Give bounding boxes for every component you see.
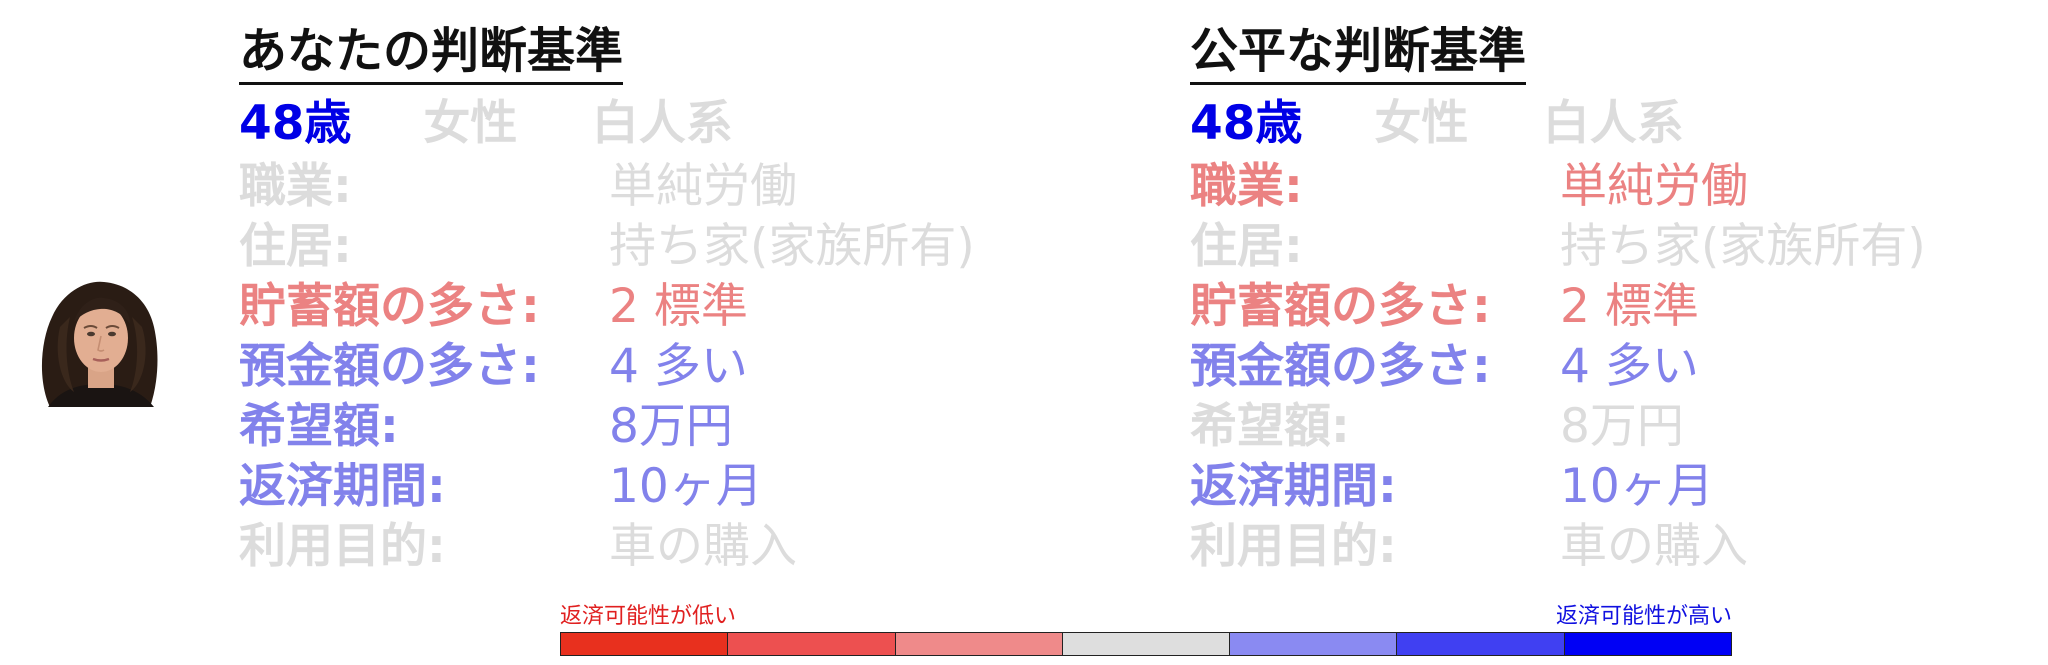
- attribute-list: 職業: 単純労働 住居: 持ち家(家族所有) 貯蓄額の多さ: 2 標準 預金額の多さ:…: [1190, 157, 2010, 577]
- panel-title: あなたの判断基準: [239, 20, 624, 85]
- demographics-line: 48歳 女性 白人系: [239, 95, 1059, 153]
- attribute-row-purpose: 利用目的: 車の購入: [239, 517, 1059, 577]
- legend-labels: 返済可能性が低い 返済可能性が高い: [560, 602, 1732, 632]
- attribute-row-occupation: 職業: 単純労働: [239, 157, 1059, 217]
- attribute-value: 8万円: [609, 399, 733, 454]
- color-scale-segment: [1397, 633, 1565, 655]
- color-scale-segment: [728, 633, 896, 655]
- attribute-value: 4 多い: [609, 339, 748, 394]
- attribute-label: 預金額の多さ:: [1190, 339, 1491, 394]
- attribute-value: 持ち家(家族所有): [609, 219, 975, 274]
- attribute-value: 単純労働: [609, 159, 797, 214]
- attribute-label: 住居:: [239, 219, 352, 274]
- attribute-row-deposits: 預金額の多さ: 4 多い: [1190, 337, 2010, 397]
- attribute-list: 職業: 単純労働 住居: 持ち家(家族所有) 貯蓄額の多さ: 2 標準 預金額の多さ:…: [239, 157, 1059, 577]
- gender-value: 女性: [423, 96, 518, 151]
- legend-low-label: 返済可能性が低い: [560, 604, 737, 629]
- attribute-label: 利用目的:: [1190, 519, 1397, 574]
- repayment-likelihood-legend: 返済可能性が低い 返済可能性が高い: [560, 602, 1732, 656]
- attribute-label: 希望額:: [239, 399, 399, 454]
- attribute-value: 10ヶ月: [1560, 459, 1714, 514]
- attribute-label: 返済期間:: [1190, 459, 1397, 514]
- applicant-photo: [30, 272, 170, 407]
- attribute-row-housing: 住居: 持ち家(家族所有): [1190, 217, 2010, 277]
- attribute-row-repayment-period: 返済期間: 10ヶ月: [1190, 457, 2010, 517]
- attribute-label: 住居:: [1190, 219, 1303, 274]
- ethnicity-value: 白人系: [1542, 96, 1684, 151]
- attribute-row-savings: 貯蓄額の多さ: 2 標準: [239, 277, 1059, 337]
- your-criteria-panel: あなたの判断基準 48歳 女性 白人系 職業: 単純労働 住居: 持ち家(家族所有)…: [239, 20, 1059, 577]
- attribute-row-requested-amount: 希望額: 8万円: [1190, 397, 2010, 457]
- attribute-label: 希望額:: [1190, 399, 1350, 454]
- attribute-label: 貯蓄額の多さ:: [239, 279, 540, 334]
- attribute-row-requested-amount: 希望額: 8万円: [239, 397, 1059, 457]
- attribute-value: 4 多い: [1560, 339, 1699, 394]
- attribute-row-deposits: 預金額の多さ: 4 多い: [239, 337, 1059, 397]
- attribute-label: 利用目的:: [239, 519, 446, 574]
- color-scale-segment: [1062, 633, 1231, 655]
- attribute-value: 8万円: [1560, 399, 1684, 454]
- attribute-row-savings: 貯蓄額の多さ: 2 標準: [1190, 277, 2010, 337]
- color-scale-bar: [560, 632, 1732, 656]
- attribute-value: 単純労働: [1560, 159, 1748, 214]
- attribute-label: 職業:: [239, 159, 352, 214]
- color-scale-segment: [1564, 633, 1731, 655]
- attribute-label: 預金額の多さ:: [239, 339, 540, 394]
- attribute-value: 2 標準: [609, 279, 748, 334]
- age-value: 48歳: [239, 96, 352, 151]
- panel-title: 公平な判断基準: [1190, 20, 1527, 85]
- legend-high-label: 返済可能性が高い: [1555, 604, 1732, 629]
- demographics-line: 48歳 女性 白人系: [1190, 95, 2010, 153]
- attribute-label: 返済期間:: [239, 459, 446, 514]
- color-scale-segment: [895, 633, 1063, 655]
- attribute-row-repayment-period: 返済期間: 10ヶ月: [239, 457, 1059, 517]
- attribute-row-housing: 住居: 持ち家(家族所有): [239, 217, 1059, 277]
- attribute-value: 車の購入: [1560, 519, 1748, 574]
- color-scale-segment: [1230, 633, 1398, 655]
- attribute-value: 10ヶ月: [609, 459, 763, 514]
- attribute-label: 貯蓄額の多さ:: [1190, 279, 1491, 334]
- attribute-row-occupation: 職業: 単純労働: [1190, 157, 2010, 217]
- person-portrait-icon: [41, 281, 158, 407]
- gender-value: 女性: [1374, 96, 1469, 151]
- ethnicity-value: 白人系: [591, 96, 733, 151]
- attribute-value: 2 標準: [1560, 279, 1699, 334]
- attribute-value: 持ち家(家族所有): [1560, 219, 1926, 274]
- color-scale-segment: [561, 633, 729, 655]
- fair-criteria-panel: 公平な判断基準 48歳 女性 白人系 職業: 単純労働 住居: 持ち家(家族所有) …: [1190, 20, 2010, 577]
- attribute-row-purpose: 利用目的: 車の購入: [1190, 517, 2010, 577]
- attribute-label: 職業:: [1190, 159, 1303, 214]
- attribute-value: 車の購入: [609, 519, 797, 574]
- age-value: 48歳: [1190, 96, 1303, 151]
